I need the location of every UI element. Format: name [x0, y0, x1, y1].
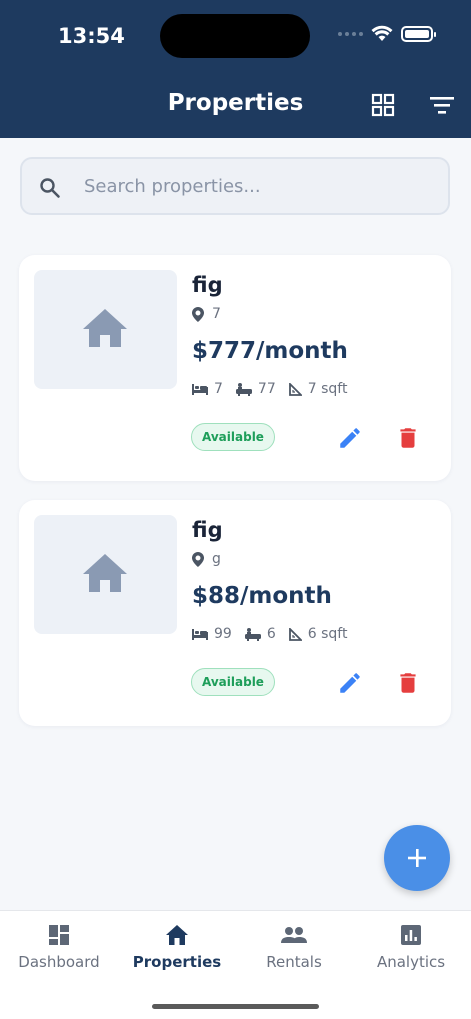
baths-count: 6 — [266, 626, 276, 642]
search-bar — [20, 157, 450, 215]
home-icon — [83, 309, 127, 347]
status-badge: Available — [191, 423, 275, 451]
beds-count: 99 — [214, 626, 232, 642]
tab-analytics[interactable]: Analytics — [352, 923, 470, 971]
dashboard-icon — [49, 925, 69, 945]
search-input[interactable] — [84, 159, 434, 213]
people-icon — [281, 927, 307, 943]
tab-label: Dashboard — [18, 953, 100, 971]
wifi-icon — [371, 25, 393, 41]
bottom-tab-bar: Dashboard Properties Rentals Analytics — [0, 910, 471, 1019]
add-property-button[interactable] — [384, 825, 450, 891]
status-badge: Available — [191, 668, 275, 696]
property-card[interactable]: fig g $88/month 99 6 6 sqft Available — [19, 500, 451, 726]
tab-label: Analytics — [376, 953, 446, 971]
area-text: 7 sqft — [307, 381, 348, 397]
delete-icon[interactable] — [395, 670, 421, 696]
property-image-placeholder — [34, 515, 177, 634]
delete-icon[interactable] — [395, 425, 421, 451]
tab-properties[interactable]: Properties — [118, 923, 236, 971]
area-spec: 6 sqft — [288, 626, 348, 642]
beds-spec: 7 — [192, 381, 223, 397]
filter-icon[interactable] — [429, 93, 455, 117]
property-card[interactable]: fig 7 $777/month 7 77 7 sqft Available — [19, 255, 451, 481]
bed-icon — [192, 628, 208, 640]
status-time: 13:54 — [58, 24, 125, 48]
location-pin-icon — [192, 306, 204, 322]
edit-icon[interactable] — [337, 425, 363, 451]
area-text: 6 sqft — [307, 626, 348, 642]
property-name: fig — [192, 518, 223, 542]
location-text: 7 — [212, 306, 221, 322]
baths-count: 77 — [257, 381, 276, 397]
grid-view-icon[interactable] — [371, 93, 395, 117]
property-location: g — [192, 551, 221, 567]
bed-icon — [192, 383, 208, 395]
property-name: fig — [192, 273, 223, 297]
search-icon — [40, 178, 60, 198]
home-icon — [83, 554, 127, 592]
baths-spec: 6 — [244, 626, 276, 642]
battery-icon — [401, 25, 436, 42]
baths-spec: 77 — [235, 381, 276, 397]
bathtub-icon — [244, 628, 261, 641]
cellular-signal-icon — [338, 31, 363, 36]
location-pin-icon — [192, 551, 204, 567]
property-price: $88/month — [192, 583, 332, 609]
area-spec: 7 sqft — [288, 381, 348, 397]
edit-icon[interactable] — [337, 670, 363, 696]
dynamic-island — [160, 14, 310, 58]
area-icon — [288, 382, 302, 396]
analytics-icon — [401, 925, 421, 945]
bathtub-icon — [235, 383, 252, 396]
tab-label: Rentals — [266, 953, 322, 971]
property-location: 7 — [192, 306, 221, 322]
beds-spec: 99 — [192, 626, 232, 642]
app-header: 13:54 Properties — [0, 0, 471, 138]
tab-label: Properties — [132, 953, 222, 971]
property-specs: 7 77 7 sqft — [192, 381, 360, 397]
property-price: $777/month — [192, 338, 348, 364]
status-indicators — [338, 25, 436, 42]
property-image-placeholder — [34, 270, 177, 389]
area-icon — [288, 627, 302, 641]
page-title: Properties — [167, 90, 304, 116]
beds-count: 7 — [214, 381, 223, 397]
location-text: g — [212, 551, 221, 567]
plus-icon — [408, 849, 426, 867]
property-specs: 99 6 6 sqft — [192, 626, 360, 642]
home-icon — [166, 925, 188, 945]
home-indicator — [152, 1004, 319, 1009]
tab-dashboard[interactable]: Dashboard — [0, 923, 118, 971]
tab-rentals[interactable]: Rentals — [235, 923, 353, 971]
